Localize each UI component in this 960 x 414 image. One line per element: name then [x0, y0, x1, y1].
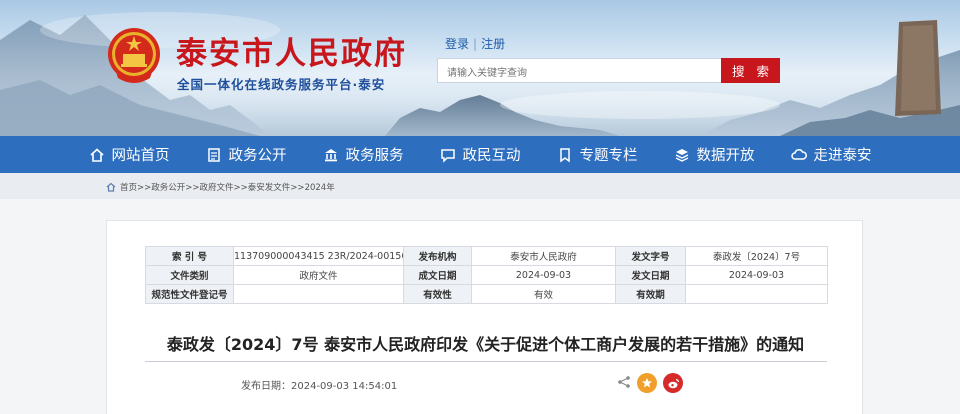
cloud-icon [790, 147, 807, 163]
table-row: 规范性文件登记号 有效性 有效 有效期 [145, 284, 828, 304]
meta-label: 文件类别 [145, 265, 234, 285]
auth-links: 登录 | 注册 [445, 35, 505, 52]
meta-label: 发文日期 [615, 265, 686, 285]
meta-label: 发文字号 [615, 246, 686, 266]
share-icon[interactable] [617, 374, 631, 393]
search-button[interactable]: 搜 索 [721, 58, 780, 83]
meta-value [233, 284, 404, 304]
meta-label: 索 引 号 [145, 246, 234, 266]
breadcrumb: 首页>>政务公开>>政府文件>>泰安发文件>>2024年 [0, 173, 960, 199]
site-header: 泰安市人民政府 全国一体化在线政务服务平台·泰安 登录 |注册 搜 索 [0, 0, 960, 136]
breadcrumb-separator: >> [137, 183, 152, 193]
layers-icon [674, 147, 690, 163]
nav-label: 专题专栏 [579, 148, 638, 164]
document-title: 泰政发〔2024〕7号 泰安市人民政府印发《关于促进个体工商户发展的若干措施》的… [166, 335, 805, 354]
meta-value: 泰安市人民政府 [471, 246, 616, 266]
nav-item-gov-affairs[interactable]: 政务公开 [188, 136, 305, 173]
meta-label: 发布机构 [403, 246, 472, 266]
home-icon [106, 182, 116, 195]
nav-label: 政民互动 [462, 148, 521, 164]
document-icon [206, 147, 222, 163]
meta-value: 泰政发〔2024〕7号 [685, 246, 828, 266]
search-input[interactable] [437, 58, 722, 83]
breadcrumb-gov-affairs[interactable]: 政务公开 [151, 183, 185, 193]
monument-stone [895, 20, 941, 116]
nav-item-about-taian[interactable]: 走进泰安 [773, 136, 890, 173]
nav-label: 政务公开 [228, 148, 287, 164]
meta-value [685, 284, 828, 304]
meta-label: 规范性文件登记号 [145, 284, 234, 304]
breadcrumb-home[interactable]: 首页 [120, 183, 137, 193]
login-link[interactable]: 登录 [445, 37, 469, 51]
site-subtitle: 全国一体化在线政务服务平台·泰安 [177, 77, 386, 92]
breadcrumb-year[interactable]: 2024年 [305, 183, 335, 193]
meta-value: 2024-09-03 [471, 265, 616, 285]
register-link[interactable]: 注册 [481, 37, 505, 51]
auth-separator: | [473, 37, 478, 51]
meta-value: 有效 [471, 284, 616, 304]
table-row: 文件类别 政府文件 成文日期 2024-09-03 发文日期 2024-09-0… [145, 265, 828, 285]
meta-value: 政府文件 [233, 265, 404, 285]
nav-item-home[interactable]: 网站首页 [71, 136, 188, 173]
article-card: 索 引 号 113709000043415 23R/2024-00156 发布机… [106, 220, 863, 414]
breadcrumb-separator: >> [233, 183, 248, 193]
table-row: 索 引 号 113709000043415 23R/2024-00156 发布机… [145, 246, 828, 266]
main-nav: 网站首页 政务公开 政务服务 政民互动 专题专栏 数据开放 走进泰安 [0, 136, 960, 173]
share-bar [617, 373, 683, 393]
document-meta-table: 索 引 号 113709000043415 23R/2024-00156 发布机… [145, 246, 828, 304]
bookmark-icon [557, 147, 573, 163]
nav-label: 网站首页 [111, 148, 170, 164]
nav-label: 数据开放 [696, 148, 755, 164]
nav-item-topics[interactable]: 专题专栏 [539, 136, 656, 173]
title-divider [145, 361, 827, 362]
meta-value: 2024-09-03 [685, 265, 828, 285]
nav-item-gov-services[interactable]: 政务服务 [305, 136, 422, 173]
home-icon [89, 147, 105, 163]
meta-value: 113709000043415 23R/2024-00156 [233, 246, 404, 266]
chat-icon [440, 147, 456, 163]
nav-label: 走进泰安 [813, 148, 872, 164]
breadcrumb-separator: >> [185, 183, 200, 193]
meta-label: 有效期 [615, 284, 686, 304]
breadcrumb-taian-docs[interactable]: 泰安发文件 [248, 183, 291, 193]
publish-date: 发布日期：2024-09-03 14:54:01 [241, 381, 398, 392]
nav-label: 政务服务 [345, 148, 404, 164]
breadcrumb-gov-docs[interactable]: 政府文件 [200, 183, 234, 193]
breadcrumb-separator: >> [290, 183, 305, 193]
national-emblem [108, 28, 160, 83]
weibo-icon[interactable] [663, 373, 683, 393]
site-title: 泰安市人民政府 [176, 36, 407, 72]
nav-item-open-data[interactable]: 数据开放 [656, 136, 773, 173]
meta-label: 有效性 [403, 284, 472, 304]
favorite-star-icon[interactable] [637, 373, 657, 393]
nav-item-interaction[interactable]: 政民互动 [422, 136, 539, 173]
meta-label: 成文日期 [403, 265, 472, 285]
building-icon [323, 147, 339, 163]
